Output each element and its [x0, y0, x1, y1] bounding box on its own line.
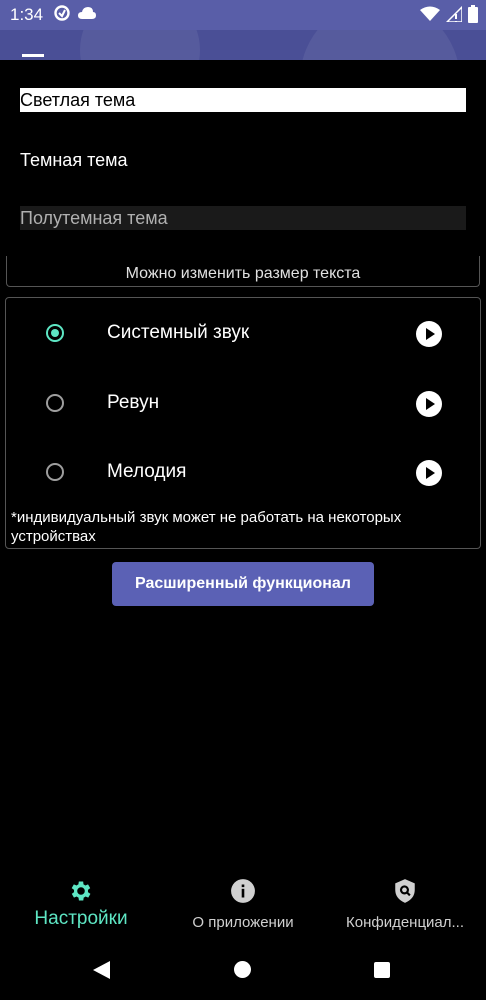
- radio-button[interactable]: [46, 463, 64, 481]
- sound-label: Системный звук: [107, 322, 250, 343]
- wifi-icon: [420, 6, 440, 27]
- advanced-features-button[interactable]: Расширенный функционал: [112, 562, 374, 606]
- nav-label: О приложении: [192, 914, 294, 931]
- sound-option-siren[interactable]: Ревун: [6, 380, 480, 430]
- nav-label: Конфиденциал...: [345, 914, 465, 931]
- menu-icon[interactable]: [22, 54, 44, 57]
- nav-item-privacy[interactable]: Конфиденциал...: [324, 870, 486, 940]
- recents-icon[interactable]: [374, 962, 390, 978]
- play-icon[interactable]: [416, 460, 442, 486]
- nav-label: Настройки: [34, 908, 128, 929]
- status-bar: 1:34: [0, 0, 486, 30]
- theme-option-light[interactable]: Светлая тема: [20, 88, 466, 112]
- gear-icon: [68, 878, 94, 909]
- sound-panel: Системный звук Ревун Мелодия *индивидуал…: [5, 297, 481, 549]
- nav-item-settings[interactable]: Настройки: [0, 870, 162, 940]
- app-bar: [0, 30, 486, 60]
- play-icon[interactable]: [416, 391, 442, 417]
- battery-icon: [468, 5, 478, 28]
- radio-button[interactable]: [46, 394, 64, 412]
- theme-option-semi-dark[interactable]: Полутемная тема: [20, 206, 466, 230]
- bottom-navigation: Настройки О приложении Конфиденциал...: [0, 870, 486, 940]
- sound-option-system[interactable]: Системный звук: [6, 310, 480, 360]
- cloud-icon: [77, 6, 97, 25]
- sound-option-melody[interactable]: Мелодия: [6, 449, 480, 499]
- back-icon[interactable]: [93, 961, 110, 979]
- shield-search-icon: [392, 878, 418, 909]
- system-navigation-bar: [0, 940, 486, 1000]
- sound-label: Мелодия: [107, 461, 187, 482]
- sound-note: *индивидуальный звук может не работать н…: [11, 509, 402, 545]
- status-time: 1:34: [10, 5, 44, 24]
- info-icon: [230, 878, 256, 909]
- home-icon[interactable]: [234, 961, 251, 978]
- data-saver-icon: [53, 4, 71, 27]
- signal-icon: [445, 5, 463, 27]
- text-size-hint[interactable]: Можно изменить размер текста: [6, 256, 480, 287]
- nav-item-about[interactable]: О приложении: [162, 870, 324, 940]
- play-icon[interactable]: [416, 321, 442, 347]
- radio-button-selected[interactable]: [46, 324, 64, 342]
- theme-dropdown-menu: Светлая тема Темная тема Полутемная тема: [0, 60, 486, 255]
- sound-label: Ревун: [107, 392, 160, 413]
- theme-option-dark[interactable]: Темная тема: [20, 148, 466, 172]
